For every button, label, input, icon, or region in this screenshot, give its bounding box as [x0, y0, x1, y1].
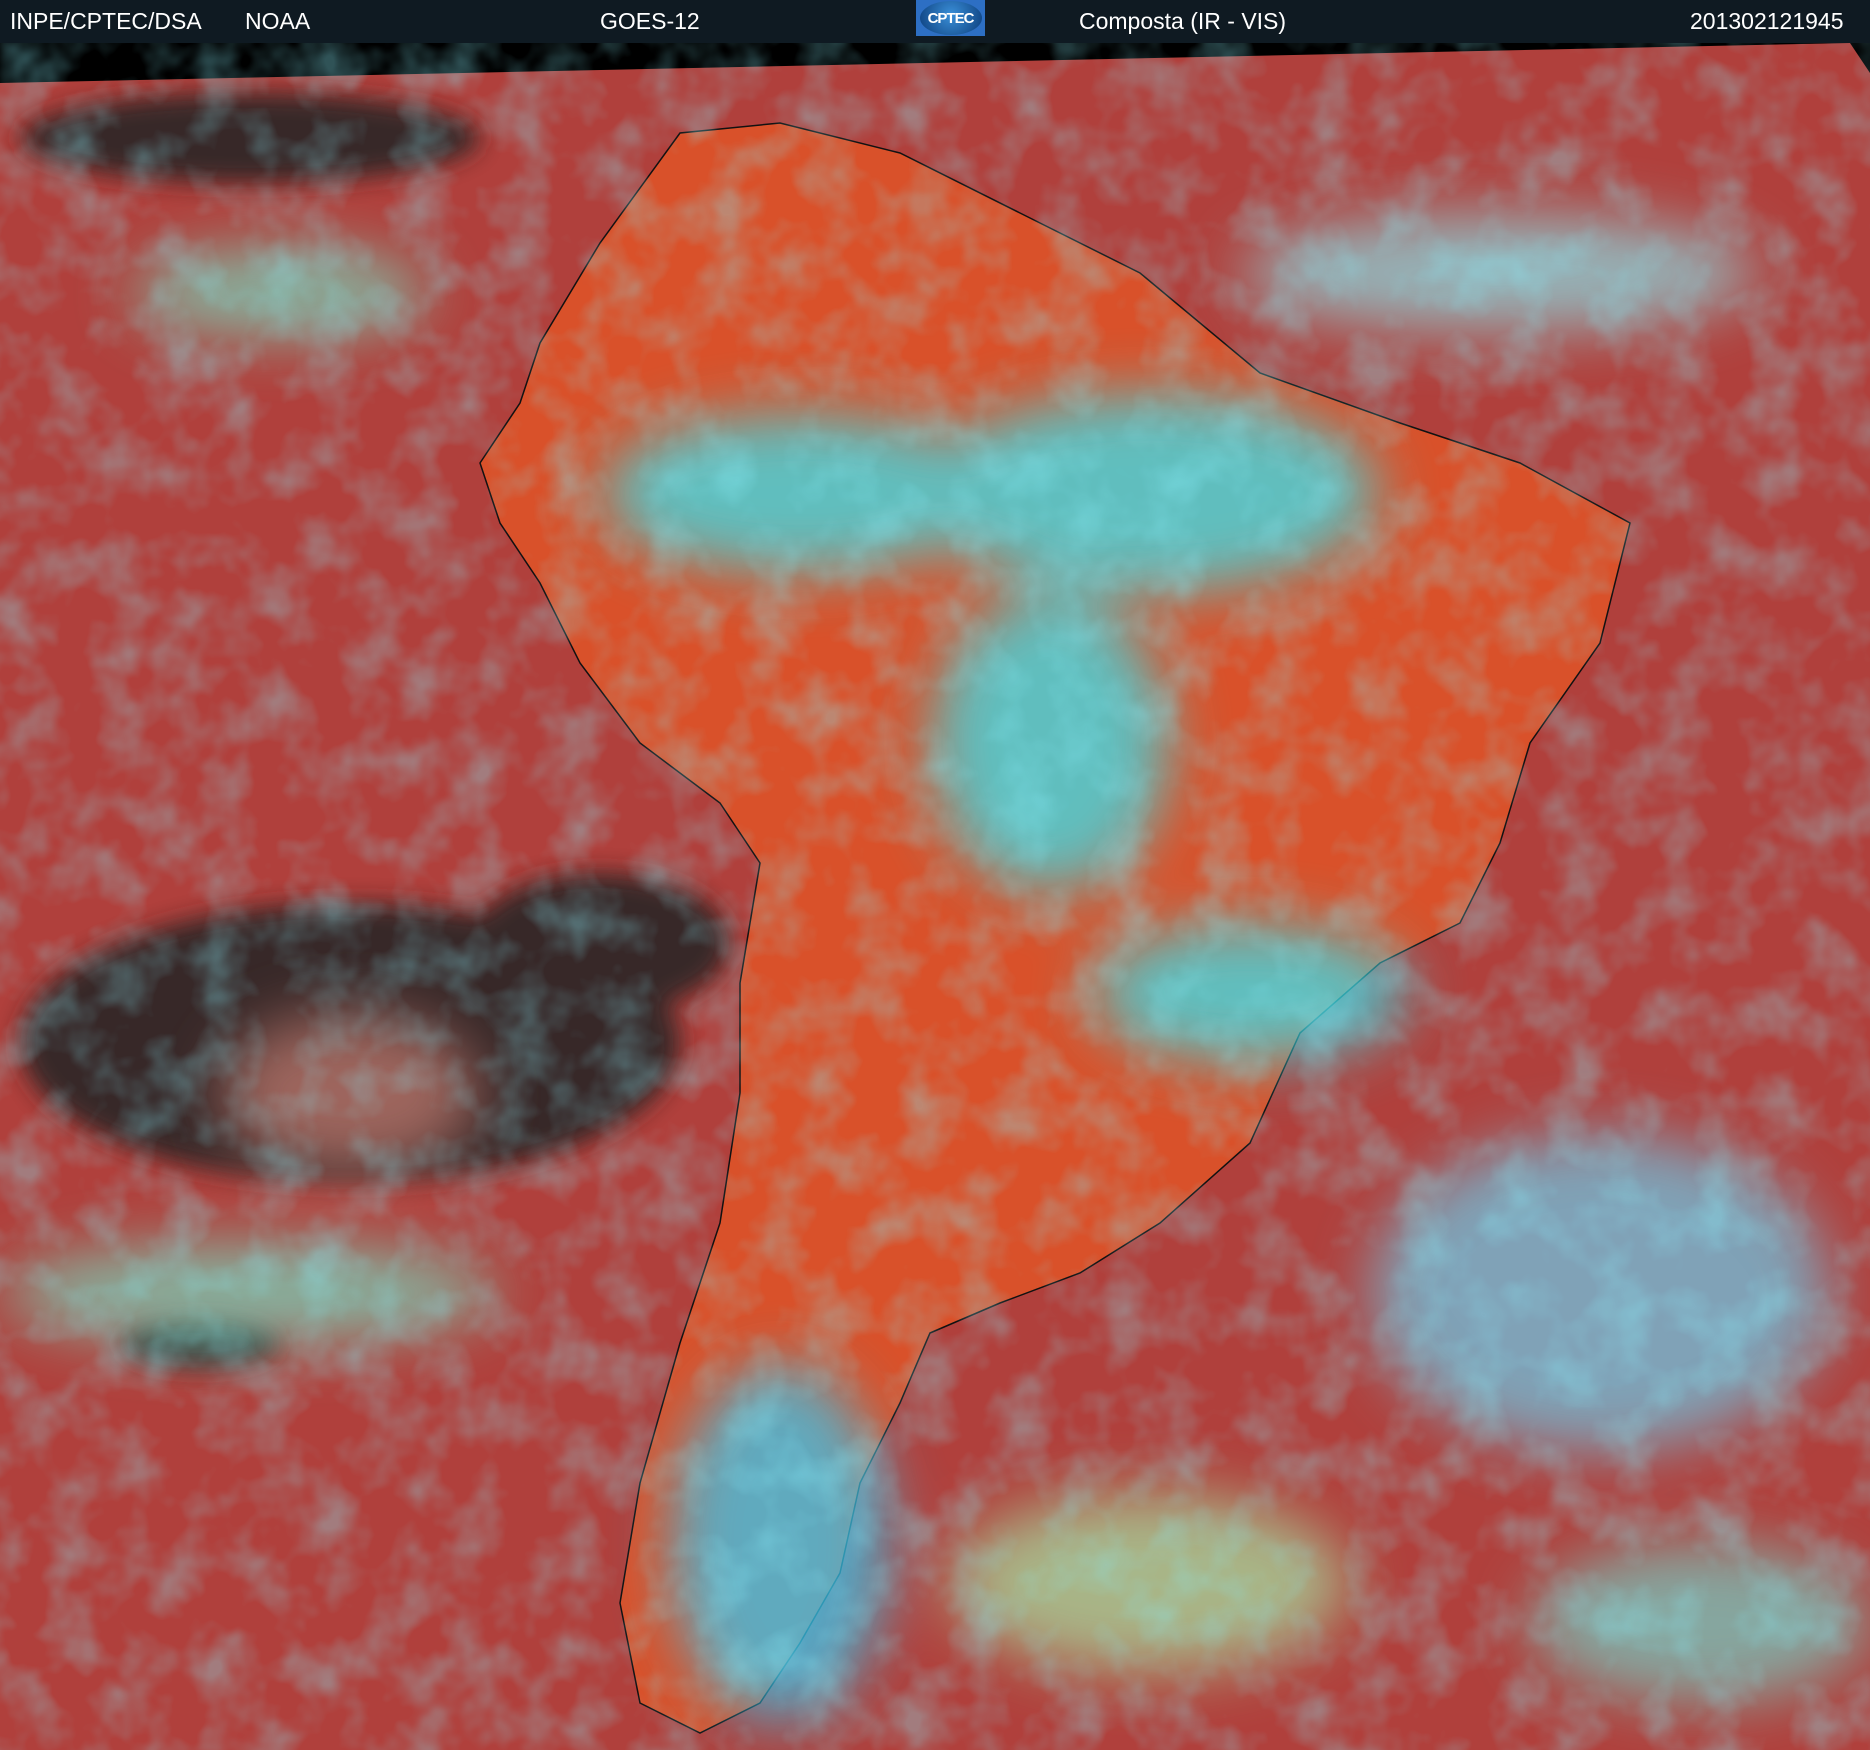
header-bar: INPE/CPTEC/DSA NOAA GOES-12 CPTEC Compos… — [0, 0, 1870, 43]
product-label: Composta (IR - VIS) — [1079, 8, 1287, 34]
satellite-label: GOES-12 — [600, 8, 700, 34]
cptec-logo: CPTEC — [916, 0, 985, 36]
timestamp-label: 201302121945 — [1690, 8, 1844, 34]
source-label: INPE/CPTEC/DSA — [10, 8, 202, 34]
agency-label: NOAA — [245, 8, 311, 34]
cloud-texture — [0, 83, 1870, 1750]
satellite-image — [0, 43, 1870, 1750]
cptec-logo-text: CPTEC — [919, 1, 982, 35]
